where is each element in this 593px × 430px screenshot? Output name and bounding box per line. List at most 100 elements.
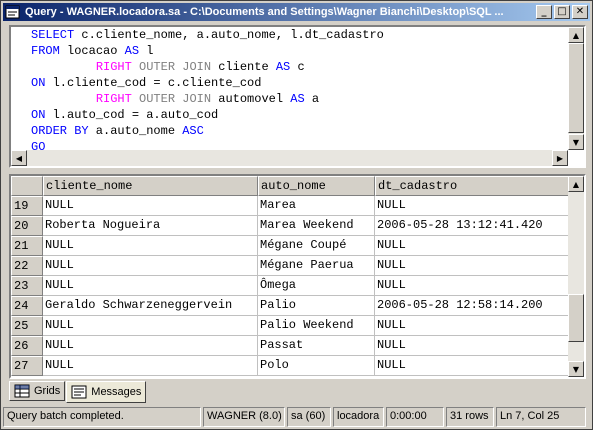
query-icon <box>5 4 21 20</box>
table-cell[interactable]: NULL <box>375 196 572 216</box>
table-cell[interactable]: 2006-05-28 12:58:14.200 <box>375 296 572 316</box>
row-number[interactable]: 19 <box>11 196 43 216</box>
table-cell[interactable]: NULL <box>43 196 258 216</box>
sql-editor-text[interactable]: SELECT c.cliente_nome, a.auto_nome, l.dt… <box>11 27 568 150</box>
sql-line: SELECT c.cliente_nome, a.auto_nome, l.dt… <box>11 27 568 43</box>
status-message: Query batch completed. <box>3 407 201 427</box>
table-cell[interactable]: NULL <box>43 276 258 296</box>
tab-messages[interactable]: Messages <box>66 381 147 403</box>
scroll-up-icon[interactable]: ▲ <box>568 176 584 192</box>
sql-keyword: FROM <box>31 44 60 58</box>
status-bar: Query batch completed. WAGNER (8.0) sa (… <box>3 407 590 427</box>
table-cell[interactable]: NULL <box>43 256 258 276</box>
query-window: Query - WAGNER.locadora.sa - C:\Document… <box>0 0 593 430</box>
table-cell[interactable]: Marea Weekend <box>258 216 375 236</box>
table-cell[interactable]: 2006-05-28 13:12:41.420 <box>375 216 572 236</box>
table-cell[interactable]: Geraldo Schwarzeneggervein <box>43 296 258 316</box>
scroll-down-icon[interactable]: ▼ <box>568 134 584 150</box>
sql-text: l <box>139 44 154 58</box>
table-cell[interactable]: NULL <box>375 236 572 256</box>
table-cell[interactable]: NULL <box>43 236 258 256</box>
table-cell[interactable]: NULL <box>43 356 258 376</box>
table-cell[interactable]: Roberta Nogueira <box>43 216 258 236</box>
sql-keyword: OUTER JOIN <box>131 60 212 74</box>
sql-editor[interactable]: SELECT c.cliente_nome, a.auto_nome, l.dt… <box>9 25 586 168</box>
sql-line: RIGHT OUTER JOIN automovel AS a <box>11 91 568 107</box>
sql-keyword: RIGHT <box>95 60 132 74</box>
row-number[interactable]: 25 <box>11 316 43 336</box>
table-row[interactable]: 23 NULL Ômega NULL <box>11 276 572 296</box>
row-number[interactable]: 21 <box>11 236 43 256</box>
tab-grids[interactable]: Grids <box>9 381 66 401</box>
tab-grids-label: Grids <box>34 385 61 397</box>
maximize-button[interactable]: □ <box>554 5 570 19</box>
row-number[interactable]: 26 <box>11 336 43 356</box>
table-cell[interactable]: Palio Weekend <box>258 316 375 336</box>
table-row[interactable]: 20 Roberta Nogueira Marea Weekend 2006-05-2… <box>11 216 572 236</box>
column-header-cliente-nome[interactable]: cliente_nome <box>43 176 258 196</box>
sql-keyword: ASC <box>182 124 204 138</box>
scroll-thumb[interactable] <box>568 294 584 342</box>
table-row[interactable]: 24 Geraldo Schwarzeneggervein Palio 2006-05… <box>11 296 572 316</box>
grid-corner[interactable] <box>11 176 43 196</box>
editor-vertical-scrollbar[interactable]: ▲ ▼ <box>568 27 584 150</box>
sql-text: a.auto_nome <box>88 124 183 138</box>
table-cell[interactable]: NULL <box>375 316 572 336</box>
table-cell[interactable]: Ômega <box>258 276 375 296</box>
editor-horizontal-scrollbar[interactable]: ◀ ▶ <box>11 150 568 166</box>
sql-text: c <box>290 60 305 74</box>
sql-keyword: OUTER JOIN <box>131 92 212 106</box>
table-cell[interactable]: NULL <box>375 336 572 356</box>
table-cell[interactable]: Mégane Paerua <box>258 256 375 276</box>
sql-text: a <box>304 92 320 106</box>
table-cell[interactable]: NULL <box>43 316 258 336</box>
table-cell[interactable]: Passat <box>258 336 375 356</box>
table-row[interactable]: 26 NULL Passat NULL <box>11 336 572 356</box>
table-cell[interactable]: Mégane Coupé <box>258 236 375 256</box>
row-number[interactable]: 20 <box>11 216 43 236</box>
scroll-right-icon[interactable]: ▶ <box>552 150 568 166</box>
sql-keyword: ON <box>31 76 46 90</box>
table-row[interactable]: 27 NULL Polo NULL <box>11 356 572 376</box>
sql-line: RIGHT OUTER JOIN cliente AS c <box>11 59 568 75</box>
results-grid[interactable]: cliente_nome auto_nome dt_cadastro 19 NUL… <box>9 174 586 379</box>
sql-keyword: RIGHT <box>95 92 132 106</box>
sql-line: ORDER BY a.auto_nome ASC <box>11 123 568 139</box>
table-cell[interactable]: NULL <box>375 356 572 376</box>
scroll-thumb[interactable] <box>568 43 584 133</box>
row-number[interactable]: 24 <box>11 296 43 316</box>
table-row[interactable]: 19 NULL Marea NULL <box>11 196 572 216</box>
table-cell[interactable]: Marea <box>258 196 375 216</box>
window-title: Query - WAGNER.locadora.sa - C:\Document… <box>25 6 504 18</box>
grid-icon <box>14 384 30 398</box>
title-bar[interactable]: Query - WAGNER.locadora.sa - C:\Document… <box>3 3 590 21</box>
scroll-down-icon[interactable]: ▼ <box>568 361 584 377</box>
sql-keyword: AS <box>124 44 140 58</box>
scroll-up-icon[interactable]: ▲ <box>568 27 584 43</box>
scroll-left-icon[interactable]: ◀ <box>11 150 27 166</box>
table-row[interactable]: 25 NULL Palio Weekend NULL <box>11 316 572 336</box>
table-cell[interactable]: NULL <box>375 256 572 276</box>
sql-keyword: ORDER BY <box>31 124 89 138</box>
column-header-dt-cadastro[interactable]: dt_cadastro <box>375 176 572 196</box>
row-number[interactable]: 22 <box>11 256 43 276</box>
sql-line: FROM locacao AS l <box>11 43 568 59</box>
table-row[interactable]: 22 NULL Mégane Paerua NULL <box>11 256 572 276</box>
column-header-auto-nome[interactable]: auto_nome <box>258 176 375 196</box>
minimize-button[interactable]: _ <box>536 5 552 19</box>
sql-keyword: GO <box>31 140 46 150</box>
grid-vertical-scrollbar[interactable]: ▲ ▼ <box>568 176 584 377</box>
sql-text: cliente <box>211 60 276 74</box>
tab-messages-label: Messages <box>91 386 142 398</box>
table-row[interactable]: 21 NULL Mégane Coupé NULL <box>11 236 572 256</box>
table-cell[interactable]: Palio <box>258 296 375 316</box>
row-number[interactable]: 23 <box>11 276 43 296</box>
close-button[interactable]: ✕ <box>572 5 588 19</box>
sql-text: c.cliente_nome, a.auto_nome, l.dt_cadast… <box>74 28 384 42</box>
table-cell[interactable]: NULL <box>375 276 572 296</box>
table-cell[interactable]: Polo <box>258 356 375 376</box>
row-number[interactable]: 27 <box>11 356 43 376</box>
table-cell[interactable]: NULL <box>43 336 258 356</box>
status-server: WAGNER (8.0) <box>203 407 285 427</box>
